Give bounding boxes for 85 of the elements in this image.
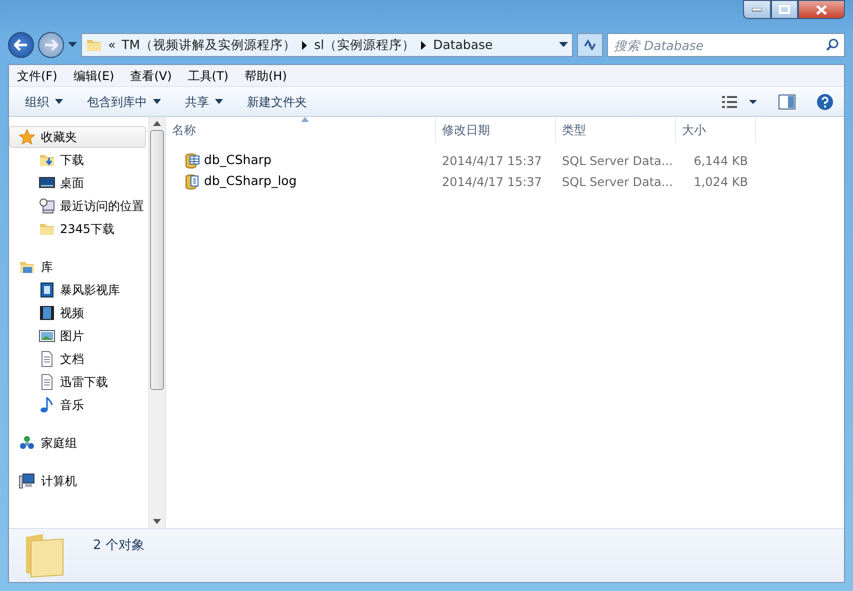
nav-group-header[interactable]: 计算机: [9, 470, 146, 492]
breadcrumb[interactable]: TM（视频讲解及实例源程序）: [122, 36, 296, 54]
nav-item[interactable]: 桌面: [9, 171, 148, 194]
left-arrow-icon: [14, 39, 28, 51]
nav-group-header[interactable]: 库: [9, 256, 146, 278]
nav-group-header[interactable]: 家庭组: [9, 432, 146, 454]
library-folder-icon: [19, 259, 35, 275]
nav-item[interactable]: 暴风影视库: [9, 278, 148, 301]
breadcrumb[interactable]: sl（实例源程序）: [314, 36, 416, 54]
monitor-icon: [39, 174, 55, 190]
menu-item[interactable]: 工具(T): [180, 66, 236, 84]
close-button[interactable]: [798, 0, 845, 19]
chevron-icon[interactable]: [421, 40, 428, 50]
maximize-icon: [779, 5, 790, 14]
menu-item[interactable]: 帮助(H): [236, 66, 295, 84]
nav-item[interactable]: 最近访问的位置: [9, 194, 148, 217]
status-text: 2 个对象: [93, 537, 144, 555]
search-field[interactable]: 搜索 Database: [607, 33, 845, 57]
column-header[interactable]: 修改日期: [436, 117, 556, 142]
toolbar-button[interactable]: 组织: [15, 90, 73, 112]
scrollbar[interactable]: [148, 117, 165, 528]
view-options-icon[interactable]: [722, 94, 758, 108]
computer-icon: [19, 473, 35, 489]
caret-icon: [55, 99, 63, 104]
toolbar-button[interactable]: 共享: [175, 90, 233, 112]
caret-icon: [215, 99, 223, 104]
star-icon: [19, 129, 35, 145]
caret-icon[interactable]: [559, 42, 568, 48]
modified-date: 2014/4/17 15:37: [441, 174, 543, 190]
document-icon: [39, 350, 55, 366]
overflow-chevron[interactable]: «: [108, 36, 116, 54]
clock-computer-icon: [39, 198, 55, 214]
folder-icon: [86, 37, 102, 53]
scroll-up-icon[interactable]: [153, 121, 161, 126]
nav-item[interactable]: 图片: [9, 324, 148, 347]
minimize-button[interactable]: [743, 0, 771, 19]
nav-item[interactable]: 视频: [9, 301, 148, 324]
nav-item[interactable]: 2345下载: [9, 217, 148, 240]
chevron-icon[interactable]: [302, 40, 308, 50]
toolbar-button[interactable]: 包含到库中: [77, 90, 171, 112]
nav-item[interactable]: 迅雷下载: [9, 370, 148, 393]
scrollbar-thumb[interactable]: [150, 130, 164, 390]
breadcrumb[interactable]: Database: [433, 36, 493, 54]
refresh-button[interactable]: [577, 33, 603, 57]
picture-icon: [39, 328, 55, 344]
caret-icon[interactable]: [68, 42, 77, 48]
menu-item[interactable]: 查看(V): [122, 66, 180, 84]
folder-icon: [23, 533, 65, 579]
column-header[interactable]: 大小: [676, 117, 756, 142]
file-name[interactable]: db_CSharp: [204, 151, 272, 170]
menu-item[interactable]: 文件(F): [9, 66, 66, 84]
scroll-down-icon[interactable]: [153, 519, 161, 524]
sort-arrow-icon: [300, 117, 308, 122]
nav-item[interactable]: 文档: [9, 347, 148, 370]
column-header[interactable]: 类型: [556, 117, 676, 142]
help-icon[interactable]: [816, 92, 834, 110]
file-type: SQL Server Data...: [561, 152, 674, 170]
nav-group-header[interactable]: 收藏夹: [9, 126, 146, 148]
music-note-icon: [39, 396, 55, 412]
minimize-icon: [752, 8, 762, 12]
search-icon: [826, 38, 839, 51]
maximize-button[interactable]: [771, 0, 798, 19]
toolbar-button[interactable]: 新建文件夹: [237, 90, 317, 112]
nav-item[interactable]: 音乐: [9, 393, 148, 416]
network-balls-icon: [19, 435, 35, 451]
address-bar[interactable]: « TM（视频讲解及实例源程序） sl（实例源程序） Database: [81, 33, 573, 57]
forward-button[interactable]: [38, 32, 64, 58]
film-strip-icon: [39, 304, 55, 320]
nav-item[interactable]: 下载: [9, 148, 148, 171]
back-button[interactable]: [8, 32, 34, 58]
file-name[interactable]: db_CSharp_log: [204, 172, 297, 191]
file-size: 1,024 KB: [692, 174, 749, 190]
caret-icon: [153, 99, 161, 104]
log-file-icon: [184, 174, 200, 190]
file-size: 6,144 KB: [692, 152, 749, 170]
document-icon: [39, 374, 55, 390]
database-file-icon: [184, 152, 200, 168]
column-header[interactable]: 名称: [166, 117, 436, 142]
modified-date: 2014/4/17 15:37: [441, 152, 543, 170]
file-type: SQL Server Data...: [561, 174, 674, 190]
menu-item[interactable]: 编辑(E): [65, 66, 122, 84]
preview-pane-icon[interactable]: [778, 94, 796, 110]
close-icon: [816, 4, 827, 14]
media-library-icon: [39, 282, 55, 298]
right-arrow-icon: [44, 39, 58, 51]
